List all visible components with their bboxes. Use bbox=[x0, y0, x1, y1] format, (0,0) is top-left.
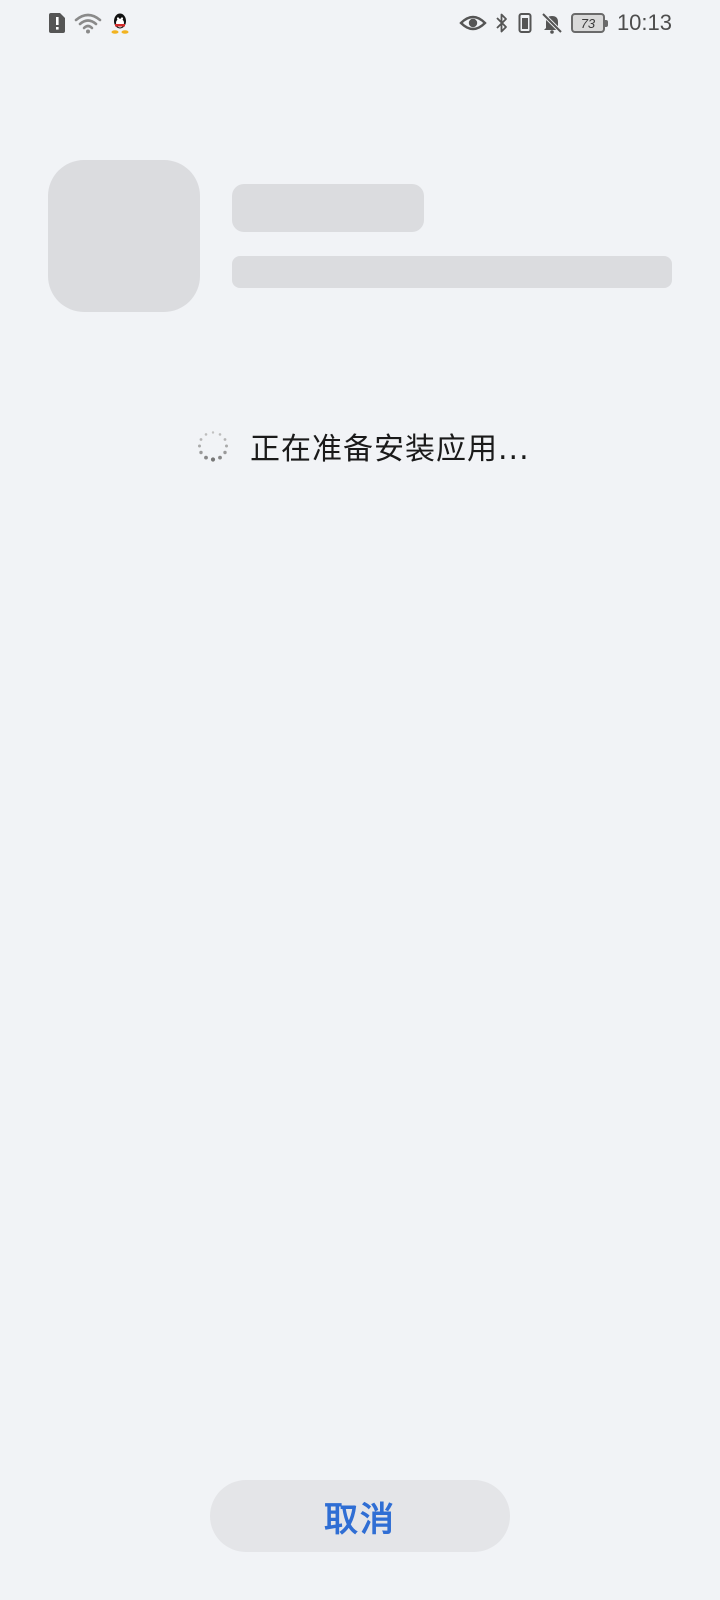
bell-off-icon bbox=[541, 12, 563, 34]
app-name-placeholder bbox=[232, 184, 424, 232]
cancel-button-label: 取消 bbox=[324, 1500, 396, 1539]
battery-level: 73 bbox=[580, 15, 596, 31]
eye-icon bbox=[459, 12, 487, 34]
app-icon-placeholder bbox=[48, 160, 200, 312]
battery-icon: 73 bbox=[570, 13, 608, 33]
cancel-button[interactable]: 取消 bbox=[210, 1480, 510, 1552]
sim-alert-icon bbox=[48, 12, 66, 34]
status-left-icons bbox=[48, 12, 130, 34]
loading-spinner-icon bbox=[196, 429, 250, 463]
status-right-icons: 73 10:13 bbox=[459, 10, 672, 36]
wifi-icon bbox=[74, 12, 102, 34]
qq-icon bbox=[110, 12, 130, 34]
status-time: 10:13 bbox=[616, 10, 672, 35]
install-status-text: 正在准备安装应用... bbox=[250, 432, 530, 467]
bluetooth-icon bbox=[495, 12, 509, 34]
vibrate-icon bbox=[517, 12, 533, 34]
install-progress: 正在准备安装应用... bbox=[196, 424, 530, 468]
app-info-placeholder bbox=[232, 256, 672, 288]
status-bar: 73 10:13 bbox=[0, 0, 720, 48]
